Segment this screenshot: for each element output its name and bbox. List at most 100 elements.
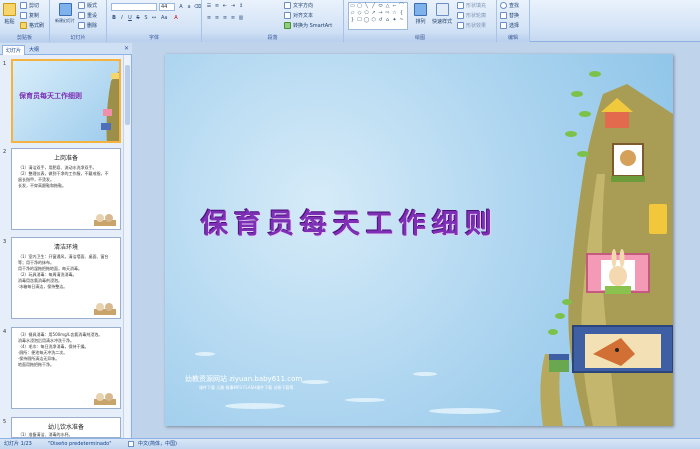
clear-format-icon[interactable]: ⌫ (194, 4, 201, 10)
slide-counter: 幻灯片 1/23 (4, 441, 32, 447)
shape-fill-button[interactable]: 形状填充 (457, 2, 486, 9)
shadow-icon[interactable]: S (143, 15, 149, 21)
align-left-icon[interactable]: ≡ (206, 15, 212, 21)
paste-button[interactable]: 粘贴 (3, 3, 16, 25)
spacing-icon[interactable]: ↔ (151, 15, 157, 21)
paragraph-group: ☰ ≡ ⇤ ⇥ ↕ ≡ ≡ ≡ ≡ ▥ 文字方向 对齐文本 转换为 SmartA… (202, 0, 344, 42)
font-color-icon[interactable]: A (173, 15, 179, 21)
italic-icon[interactable]: I (119, 15, 125, 21)
font-group: 44 A a ⌫ B I U S S ↔ Aa A 字体 (107, 0, 202, 42)
columns-icon[interactable]: ▥ (238, 15, 244, 21)
theme-name[interactable]: "Diseño predeterminado" (48, 439, 112, 449)
align-text-icon (284, 12, 291, 19)
slides-group-label: 幻灯片 (50, 34, 106, 42)
quick-styles-button[interactable]: 快速样式 (432, 3, 452, 25)
thumb-title: 保育员每天工作细则 (19, 91, 82, 100)
line-spacing-icon[interactable]: ↕ (238, 3, 244, 9)
strikethrough-icon[interactable]: S (135, 15, 141, 21)
slide-number: 4 (3, 329, 7, 335)
thumb-bullets: （1）室内卫生：开窗通风，清洁墙面、桌面、窗台等；用干净的抹布。 用干净的湿拖把… (18, 254, 109, 289)
slides-pane: 幻灯片 大纲 ✕ 1 保育员每天工作细则 2 上岗准备 （1）清洁双手，用肥皂、… (0, 43, 132, 438)
current-slide[interactable]: 保育员每天工作细则 幼教资源网站 ziyuan.baby611.com 课件下载… (165, 54, 673, 426)
layout-button[interactable]: 版式 (78, 2, 97, 9)
editing-group: 查找 替换 选择 编辑 (497, 0, 530, 42)
thumb-title: 上岗准备 (53, 155, 78, 162)
puppies-art (94, 303, 116, 315)
bullets-icon[interactable]: ☰ (206, 3, 212, 9)
slide-title[interactable]: 保育员每天工作细则 (201, 202, 498, 241)
drawing-group: ▭ ▢ ╲ ╱ ⬭ △ ⌐ ⌒ ▱ ◇ ⬠ ↗ → ⇨ ☆{ } ☐ ◯ ⬡ ↺ ⌂ ✦ ~ 排列 快速样式 形状填充 … (344, 0, 497, 42)
reset-icon (78, 12, 85, 19)
underline-icon[interactable]: U (127, 15, 133, 21)
clipboard-group: 粘贴 剪切 复制 格式刷 剪贴板 (0, 0, 50, 42)
shrink-font-icon[interactable]: a (186, 4, 192, 10)
delete-icon (78, 22, 85, 29)
align-right-icon[interactable]: ≡ (222, 15, 228, 21)
drawing-group-label: 绘图 (344, 34, 496, 42)
puppies-art (94, 214, 116, 226)
slide-thumbnail-5[interactable]: 幼儿饮水准备 （1）准备清洁、消毒的水杯。 (11, 417, 121, 438)
font-size-combo[interactable]: 44 (159, 3, 175, 11)
shape-outline-icon (457, 12, 464, 19)
bold-icon[interactable]: B (111, 15, 117, 21)
slide-thumbnail-1[interactable]: 保育员每天工作细则 (11, 59, 121, 143)
shape-outline-button[interactable]: 形状轮廓 (457, 12, 486, 19)
slide-number: 1 (3, 61, 7, 67)
delete-slide-button[interactable]: 删除 (78, 22, 97, 29)
cut-icon (20, 2, 27, 9)
change-case-icon[interactable]: Aa (161, 15, 167, 21)
find-icon (500, 2, 507, 9)
select-button[interactable]: 选择 (500, 22, 519, 29)
tab-outline[interactable]: 大纲 (26, 45, 42, 55)
slide-thumbnail-3[interactable]: 清洁环境 （1）室内卫生：开窗通风，清洁墙面、桌面、窗台等；用干净的抹布。 用干… (11, 237, 121, 319)
shape-effects-icon (457, 22, 464, 29)
replace-button[interactable]: 替换 (500, 12, 519, 19)
select-icon (500, 22, 507, 29)
slide-number: 3 (3, 239, 7, 245)
increase-indent-icon[interactable]: ⇥ (230, 3, 236, 9)
thumb-tree-art (101, 71, 119, 141)
decrease-indent-icon[interactable]: ⇤ (222, 3, 228, 9)
shapes-gallery[interactable]: ▭ ▢ ╲ ╱ ⬭ △ ⌐ ⌒ ▱ ◇ ⬠ ↗ → ⇨ ☆{ } ☐ ◯ ⬡ ↺ ⌂ ✦ ~ (348, 2, 408, 30)
format-painter-button[interactable]: 格式刷 (20, 22, 44, 29)
status-bar: 幻灯片 1/23 "Diseño predeterminado" 中文(简体，中… (0, 438, 700, 449)
cut-button[interactable]: 剪切 (20, 2, 39, 9)
font-name-combo[interactable] (111, 3, 157, 11)
copy-button[interactable]: 复制 (20, 12, 39, 19)
reset-button[interactable]: 重设 (78, 12, 97, 19)
numbering-icon[interactable]: ≡ (214, 3, 220, 9)
arrange-icon (414, 3, 427, 16)
new-slide-button[interactable]: 新建幻灯片 (55, 3, 75, 24)
text-direction-button[interactable]: 文字方向 (284, 2, 313, 9)
align-text-button[interactable]: 对齐文本 (284, 12, 313, 19)
shape-fill-icon (457, 2, 464, 9)
pane-tabs: 幻灯片 大纲 ✕ (0, 43, 132, 55)
new-slide-icon (58, 3, 72, 16)
tab-slides[interactable]: 幻灯片 (2, 45, 26, 55)
scrollbar-thumb[interactable] (125, 65, 130, 125)
thumb-title: 幼儿饮水准备 (47, 424, 84, 431)
pane-scrollbar[interactable] (123, 55, 130, 438)
thumb-bullets: （1）清洁双手，用肥皂、流动水洗净双手。 （2）整理仪表，做到干净的工作服，不戴… (18, 165, 109, 188)
clipboard-group-label: 剪贴板 (0, 34, 49, 42)
find-button[interactable]: 查找 (500, 2, 519, 9)
shape-effects-button[interactable]: 形状效果 (457, 22, 486, 29)
slide-thumbnail-2[interactable]: 上岗准备 （1）清洁双手，用肥皂、流动水洗净双手。 （2）整理仪表，做到干净的工… (11, 148, 121, 230)
align-center-icon[interactable]: ≡ (214, 15, 220, 21)
close-pane-icon[interactable]: ✕ (124, 45, 129, 53)
ribbon: 粘贴 剪切 复制 格式刷 剪贴板 新建幻灯片 版式 重设 删除 幻灯片 44 A… (0, 0, 700, 42)
slide-thumbnail-4[interactable]: （3）餐具消毒：用500mg/L含氯消毒剂浸泡。 消毒水浸泡后用清水冲洗干净。 … (11, 327, 121, 409)
slides-group: 新建幻灯片 版式 重设 删除 幻灯片 (50, 0, 107, 42)
spell-check-icon[interactable] (128, 441, 134, 447)
language-indicator[interactable]: 中文(简体，中国) (138, 439, 177, 449)
justify-icon[interactable]: ≡ (230, 15, 236, 21)
grow-font-icon[interactable]: A (178, 4, 184, 10)
layout-icon (78, 2, 85, 9)
footer-website: 幼教资源网站 ziyuan.baby611.com (185, 375, 303, 383)
footer-subtitle: 课件下载 儿歌 故事MP3 FLASH课件下载 试卷下载等 (199, 385, 294, 390)
font-group-label: 字体 (107, 34, 201, 42)
slide-number: 5 (3, 419, 7, 425)
convert-smartart-button[interactable]: 转换为 SmartArt (284, 22, 332, 29)
arrange-button[interactable]: 排列 (414, 3, 427, 25)
thumb-bullets: （3）餐具消毒：用500mg/L含氯消毒剂浸泡。 消毒水浸泡后用清水冲洗干净。 … (18, 332, 103, 367)
